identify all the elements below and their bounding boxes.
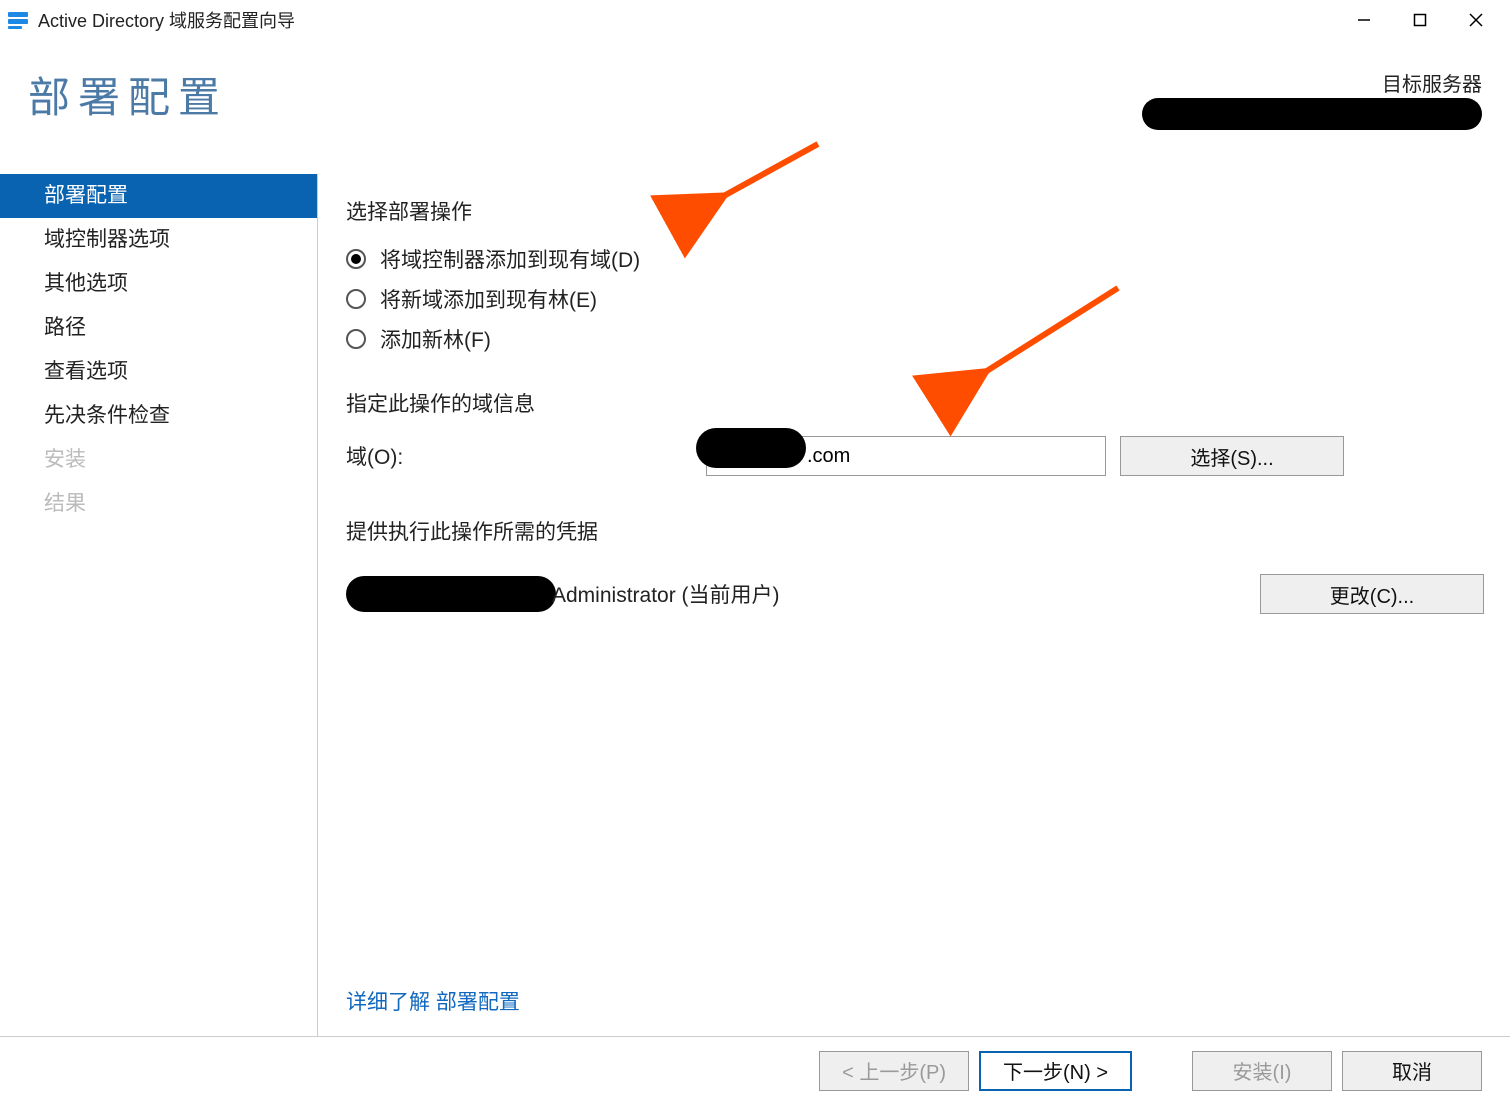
footer: < 上一步(P) 下一步(N) > 安装(I) 取消 xyxy=(0,1036,1510,1104)
radio-icon xyxy=(346,249,366,269)
next-button[interactable]: 下一步(N) > xyxy=(979,1051,1132,1091)
learn-more-prefix: 详细了解 xyxy=(346,991,436,1014)
body: 部署配置 域控制器选项 其他选项 路径 查看选项 先决条件检查 安装 结果 选择… xyxy=(0,160,1510,1036)
maximize-button[interactable] xyxy=(1392,0,1448,40)
cancel-button[interactable]: 取消 xyxy=(1342,1051,1482,1091)
domain-label: 域(O): xyxy=(346,441,706,471)
sidebar-item-install: 安装 xyxy=(0,438,317,482)
sidebar-item-prereq[interactable]: 先决条件检查 xyxy=(0,394,317,438)
domain-row: 域(O): 选择(S)... xyxy=(346,436,1484,476)
window-title: Active Directory 域服务配置向导 xyxy=(38,7,295,33)
titlebar: Active Directory 域服务配置向导 xyxy=(0,0,1510,40)
content: 选择部署操作 将域控制器添加到现有域(D) 将新域添加到现有林(E) 添加新林(… xyxy=(318,160,1510,1036)
radio-option-2[interactable]: 添加新林(F) xyxy=(346,324,1484,354)
radio-icon xyxy=(346,329,366,349)
prev-button[interactable]: < 上一步(P) xyxy=(819,1051,969,1091)
change-credentials-button[interactable]: 更改(C)... xyxy=(1260,574,1484,614)
credentials-text: Administrator (当前用户) xyxy=(552,579,780,609)
wizard-window: Active Directory 域服务配置向导 部署配置 目标服务器 部署配置… xyxy=(0,0,1510,1104)
sidebar: 部署配置 域控制器选项 其他选项 路径 查看选项 先决条件检查 安装 结果 xyxy=(0,160,318,1036)
sidebar-item-result: 结果 xyxy=(0,482,317,526)
target-server-label: 目标服务器 xyxy=(1382,68,1482,97)
domain-info-title: 指定此操作的域信息 xyxy=(346,388,1484,418)
sidebar-item-paths[interactable]: 路径 xyxy=(0,306,317,350)
sidebar-item-other-options[interactable]: 其他选项 xyxy=(0,262,317,306)
radio-label: 将域控制器添加到现有域(D) xyxy=(380,244,640,274)
window-controls xyxy=(1336,0,1504,40)
learn-more-text: 部署配置 xyxy=(436,991,520,1014)
minimize-button[interactable] xyxy=(1336,0,1392,40)
radio-option-1[interactable]: 将新域添加到现有林(E) xyxy=(346,284,1484,314)
header-band: 部署配置 目标服务器 xyxy=(0,40,1510,160)
credentials-domain-redacted xyxy=(346,576,556,612)
learn-more-link[interactable]: 详细了解 部署配置 xyxy=(346,986,520,1016)
credentials-row: Administrator (当前用户) 更改(C)... xyxy=(346,574,1484,614)
close-button[interactable] xyxy=(1448,0,1504,40)
radio-option-0[interactable]: 将域控制器添加到现有域(D) xyxy=(346,244,1484,274)
domain-value-redacted xyxy=(696,428,806,468)
sidebar-item-review[interactable]: 查看选项 xyxy=(0,350,317,394)
sidebar-item-deploy-config[interactable]: 部署配置 xyxy=(0,174,317,218)
radio-label: 将新域添加到现有林(E) xyxy=(380,284,597,314)
radio-label: 添加新林(F) xyxy=(380,324,491,354)
radio-icon xyxy=(346,289,366,309)
choose-operation-title: 选择部署操作 xyxy=(346,196,1484,226)
select-domain-button[interactable]: 选择(S)... xyxy=(1120,436,1344,476)
sidebar-item-dc-options[interactable]: 域控制器选项 xyxy=(0,218,317,262)
server-manager-icon xyxy=(6,8,30,32)
install-button: 安装(I) xyxy=(1192,1051,1332,1091)
target-server-value-redacted xyxy=(1142,98,1482,130)
credentials-title: 提供执行此操作所需的凭据 xyxy=(346,516,1484,546)
